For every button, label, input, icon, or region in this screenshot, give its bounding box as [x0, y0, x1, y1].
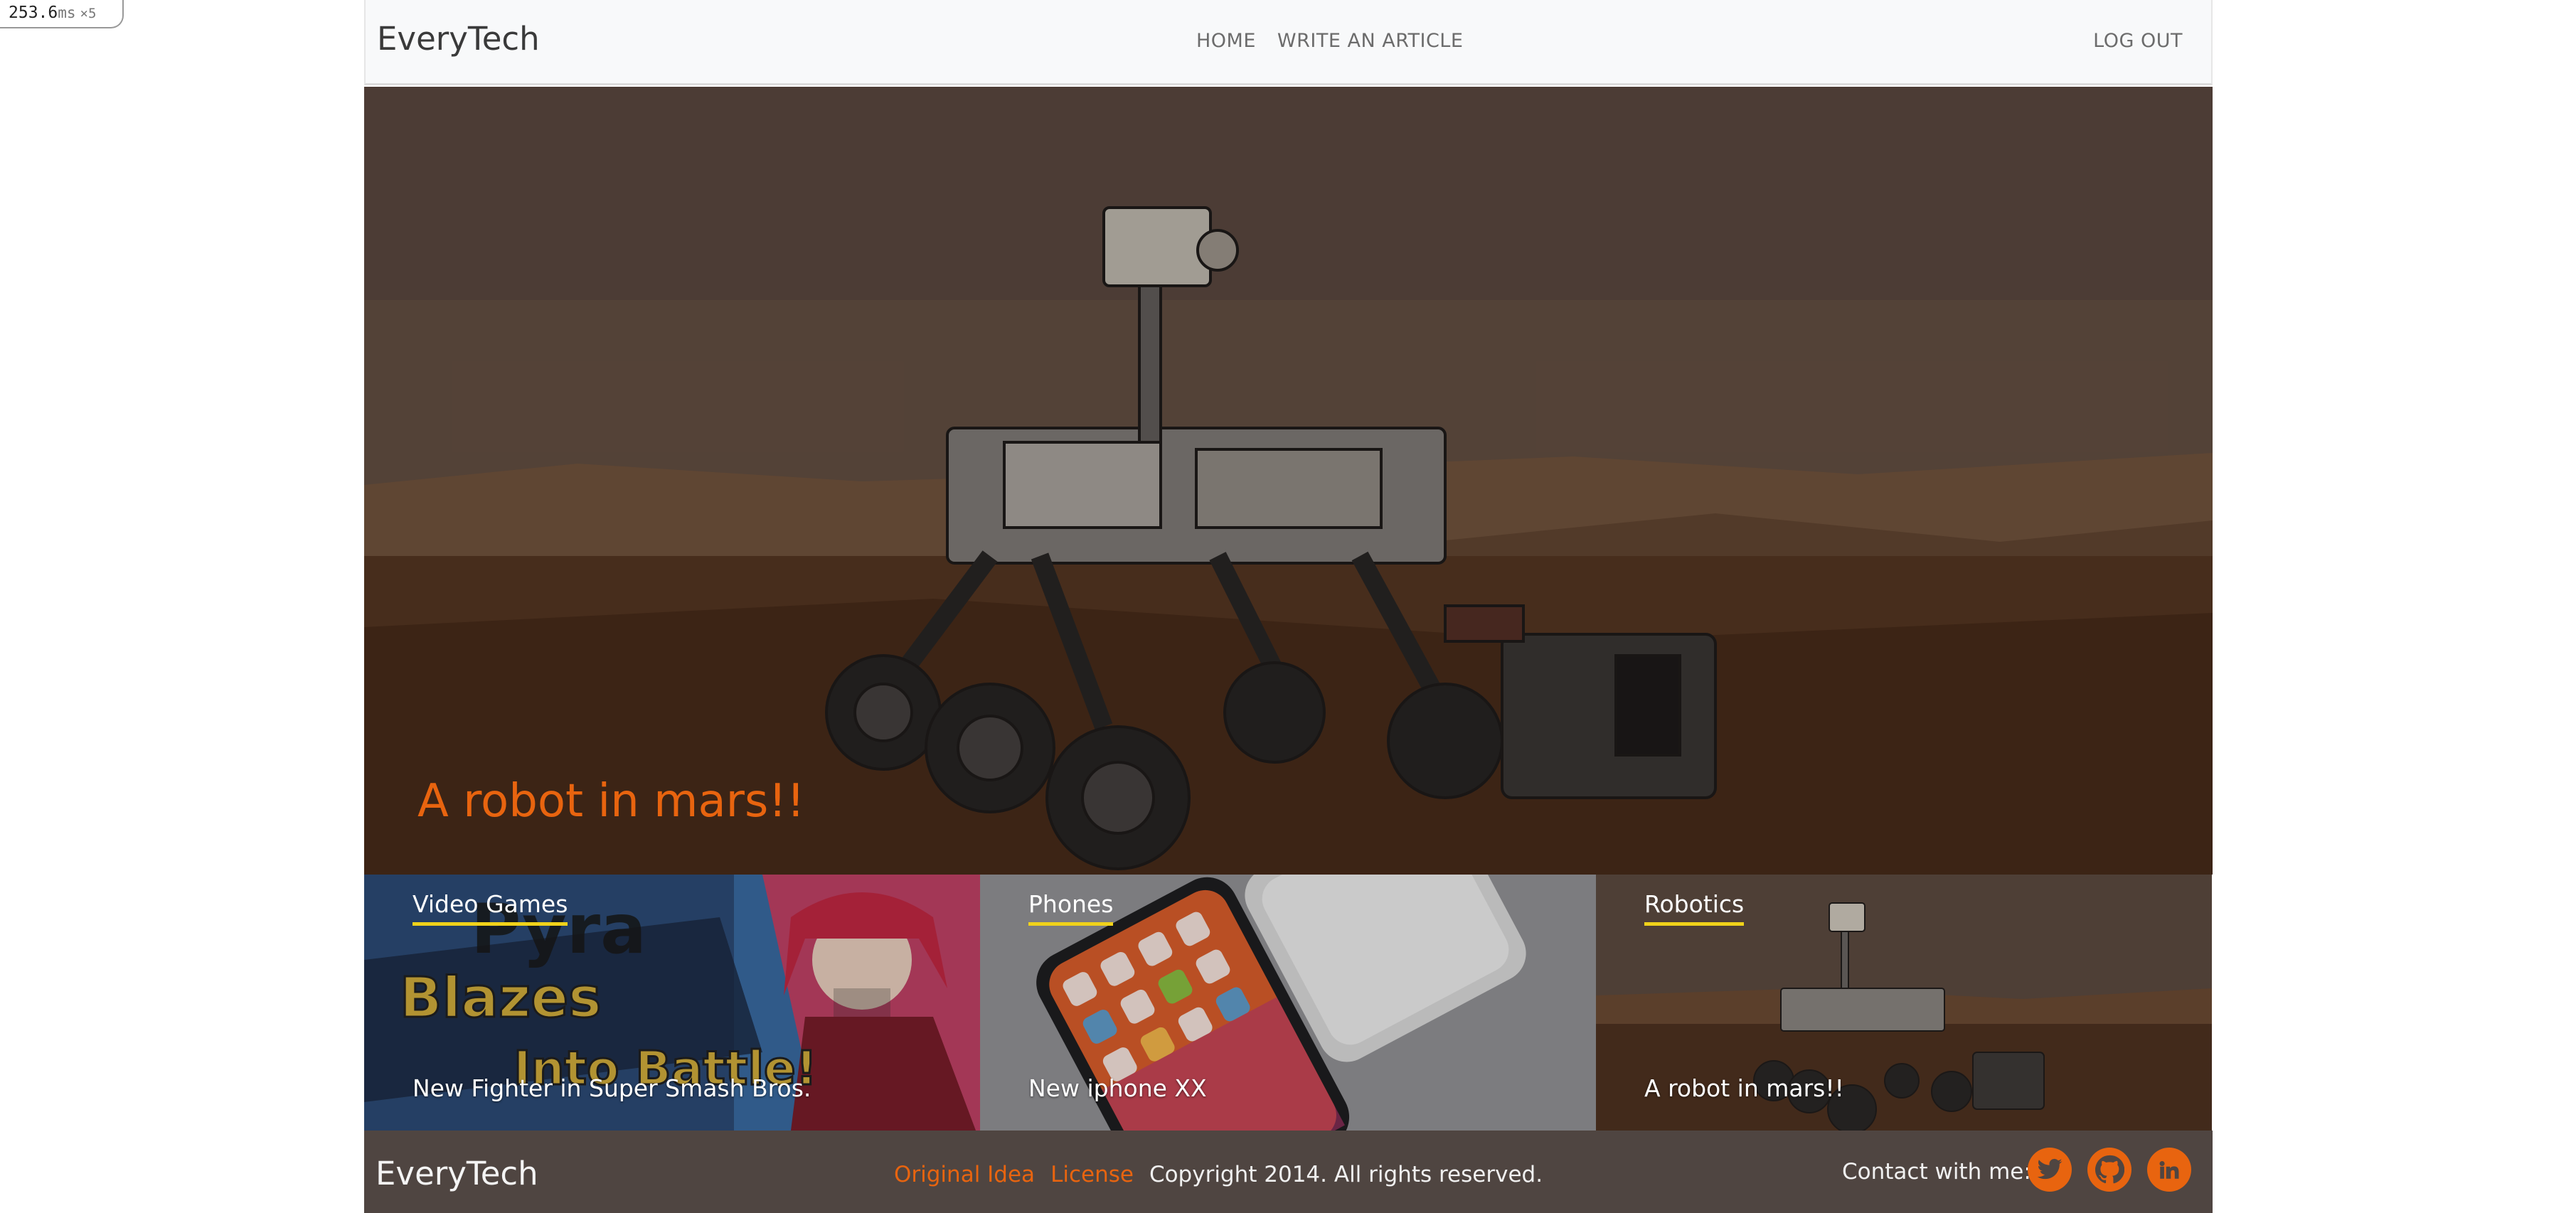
navbar-brand[interactable]: EveryTech [377, 20, 540, 58]
logout-link[interactable]: LOG OUT [2093, 30, 2183, 52]
footer: EveryTech Original Idea License Copyrigh… [364, 1131, 2213, 1213]
page: EveryTech HOME WRITE AN ARTICLE LOG OUT [364, 0, 2213, 1213]
footer-brand[interactable]: EveryTech [376, 1155, 538, 1192]
card-phones[interactable]: Phones New iphone XX [980, 875, 1596, 1131]
social-links [2028, 1148, 2191, 1192]
card-article-title[interactable]: New Fighter in Super Smash Bros. [413, 1074, 811, 1102]
navbar: EveryTech HOME WRITE AN ARTICLE LOG OUT [364, 0, 2213, 85]
perf-multiplier: ×5 [80, 6, 97, 21]
hero-banner[interactable]: A robot in mars!! [364, 87, 2213, 875]
perf-value: 253.6 [9, 4, 58, 22]
license-link[interactable]: License [1050, 1162, 1134, 1187]
card-category-label[interactable]: Video Games [413, 890, 568, 926]
card-article-title[interactable]: A robot in mars!! [1644, 1074, 1844, 1102]
original-idea-link[interactable]: Original Idea [894, 1162, 1035, 1187]
card-video-games[interactable]: Blazes Into Battle! Pyra Video Games New… [364, 875, 980, 1131]
perf-badge: 253.6ms ×5 [0, 0, 124, 28]
nav-links: HOME WRITE AN ARTICLE [1196, 30, 1463, 52]
linkedin-icon[interactable] [2147, 1148, 2191, 1192]
hero-title[interactable]: A robot in mars!! [417, 775, 805, 828]
perf-unit: ms [58, 4, 76, 21]
footer-links: Original Idea License Copyright 2014. Al… [894, 1162, 1543, 1187]
category-cards: Blazes Into Battle! Pyra Video Games New… [364, 875, 2213, 1131]
twitter-icon[interactable] [2028, 1148, 2072, 1192]
card-category-label[interactable]: Robotics [1644, 890, 1745, 926]
contact-label: Contact with me: [1842, 1159, 2031, 1185]
nav-home-link[interactable]: HOME [1196, 30, 1256, 52]
copyright-text: Copyright 2014. All rights reserved. [1149, 1162, 1543, 1187]
card-category-label[interactable]: Phones [1028, 890, 1114, 926]
hero-overlay [364, 87, 2213, 875]
card-robotics[interactable]: Robotics A robot in mars!! [1596, 875, 2212, 1131]
github-icon[interactable] [2087, 1148, 2131, 1192]
nav-write-article-link[interactable]: WRITE AN ARTICLE [1277, 30, 1463, 52]
card-article-title[interactable]: New iphone XX [1028, 1074, 1207, 1102]
